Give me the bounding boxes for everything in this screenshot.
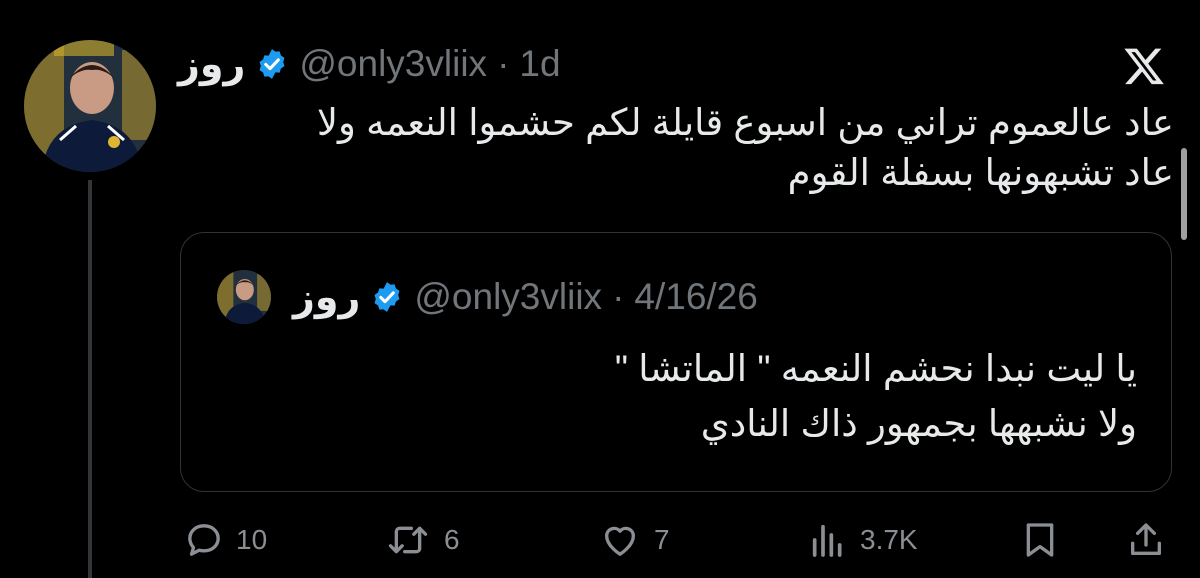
views-icon	[812, 524, 842, 557]
like-count: 7	[654, 524, 670, 555]
share-icon	[1131, 523, 1161, 555]
share-button[interactable]	[1126, 520, 1166, 560]
avatar-image	[24, 40, 156, 172]
author-handle[interactable]: @only3vliix	[299, 43, 487, 85]
author-avatar[interactable]	[24, 40, 156, 172]
reply-count: 10	[236, 524, 268, 555]
tweet-action-bar: 10 6 7 3.7K	[0, 510, 1200, 578]
bookmark-icon	[1026, 523, 1054, 557]
retweet-icon	[388, 526, 428, 554]
tweet-text-line-2: عاد تشبهونها بسفلة القوم	[787, 152, 1174, 193]
views-button[interactable]: 3.7K	[808, 520, 918, 560]
separator-dot: ·	[497, 43, 510, 84]
tweet-timestamp[interactable]: 1d	[519, 43, 560, 85]
avatar-image	[217, 270, 271, 324]
verified-badge-icon	[259, 49, 285, 79]
views-count: 3.7K	[860, 524, 918, 555]
like-button[interactable]: 7	[598, 520, 670, 560]
retweet-button[interactable]: 6	[384, 520, 460, 560]
scrollbar[interactable]	[1181, 148, 1187, 240]
quoted-text-line-1: يا ليت نبدا نحشم النعمه " الماتشا "	[614, 348, 1137, 389]
quoted-author-display-name: روز	[293, 276, 361, 319]
reply-icon	[188, 524, 220, 556]
author-display-name[interactable]: روز	[178, 42, 245, 87]
quoted-tweet-timestamp: 4/16/26	[634, 276, 758, 317]
separator-dot: ·	[612, 276, 625, 317]
x-logo-icon[interactable]	[1120, 44, 1168, 88]
quoted-text-line-2: ولا نشبهها بجمهور ذاك النادي	[700, 403, 1137, 444]
heart-icon	[605, 526, 635, 556]
quoted-author-avatar	[217, 270, 271, 324]
bookmark-button[interactable]	[1020, 520, 1060, 560]
tweet-body: عاد عالعموم تراني من اسبوع قايلة لكم حشم…	[194, 98, 1174, 198]
retweet-count: 6	[444, 524, 460, 555]
tweet-header: روز @only3vliix · 1d	[178, 42, 561, 86]
quoted-tweet-header: روز @only3vliix · 4/16/26	[217, 269, 758, 325]
quoted-tweet-body: يا ليت نبدا نحشم النعمه " الماتشا " ولا …	[237, 341, 1137, 451]
quoted-tweet-card[interactable]: روز @only3vliix · 4/16/26 يا ليت نبدا نح…	[180, 232, 1172, 492]
quoted-author-handle: @only3vliix	[414, 276, 603, 317]
reply-button[interactable]: 10	[184, 520, 267, 560]
verified-badge-icon	[374, 282, 400, 312]
tweet-text-line-1: عاد عالعموم تراني من اسبوع قايلة لكم حشم…	[316, 102, 1174, 143]
